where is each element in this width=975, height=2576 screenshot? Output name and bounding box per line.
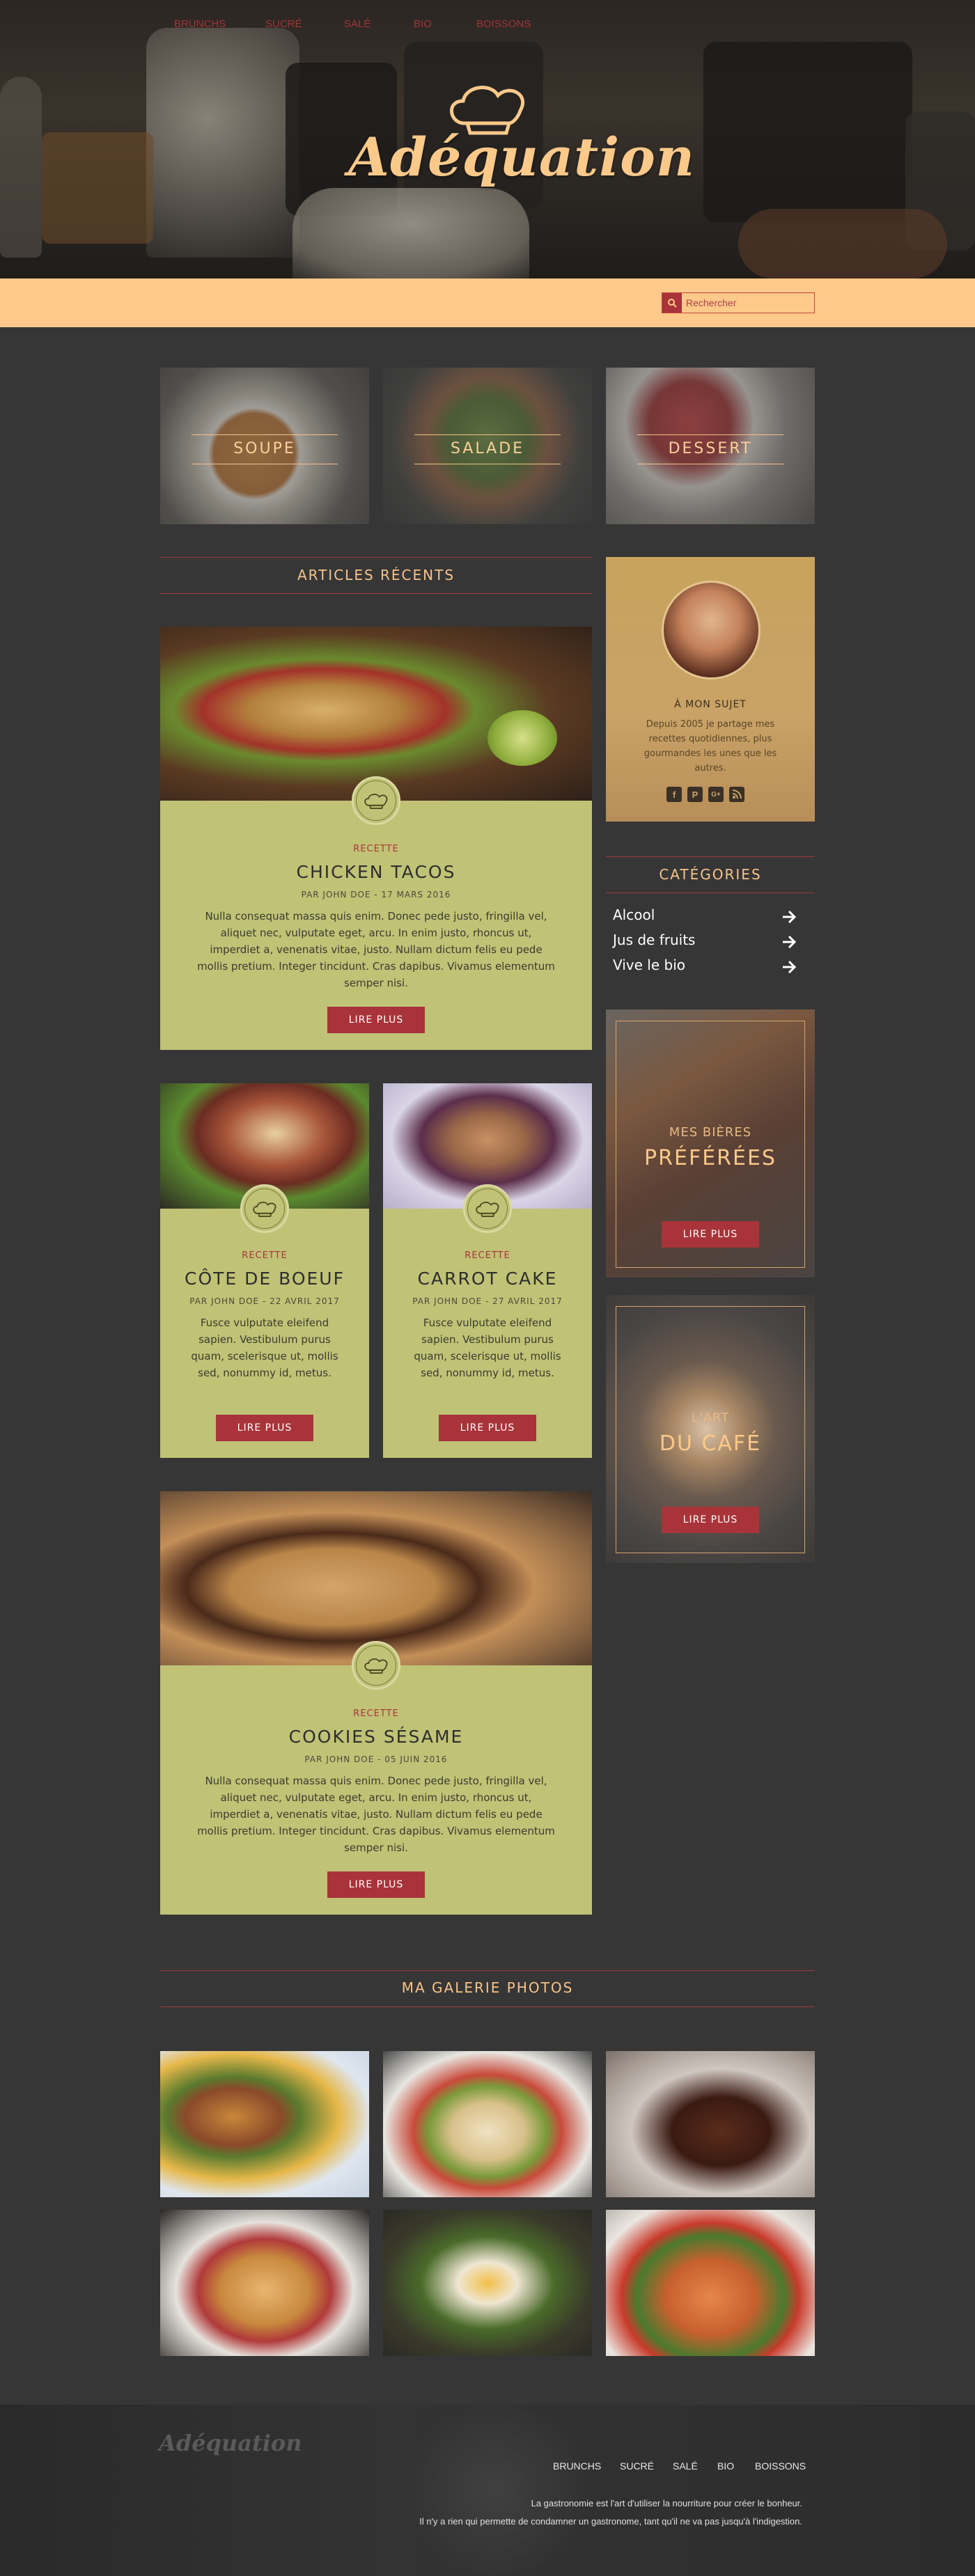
nav-brunchs[interactable]: BRUNCHS [174,18,226,30]
chef-hat-badge [352,776,400,825]
read-more-button[interactable]: LIRE PLUS [327,1007,425,1033]
read-more-button[interactable]: LIRE PLUS [662,1507,759,1533]
promo-subtitle: L'ART [691,1411,730,1425]
divider [160,557,592,558]
promo-title: PRÉFÉRÉES [644,1146,777,1170]
gallery-photo-chocolate-cake[interactable] [606,2051,815,2197]
google-plus-icon[interactable]: G+ [708,787,724,802]
rss-icon[interactable] [729,787,744,802]
nav-sale[interactable]: SALÉ [344,18,370,30]
article-meta: PAR JOHN DOE - 22 AVRIL 2017 [189,1296,340,1306]
google-plus-glyph: G+ [711,790,721,799]
read-more-button[interactable]: LIRE PLUS [439,1415,536,1441]
pinterest-glyph: P [692,789,699,800]
divider [606,856,815,857]
gallery-photo-burger[interactable] [160,2051,369,2197]
search-icon [668,299,677,308]
article-excerpt: Nulla consequat massa quis enim. Donec p… [197,910,555,989]
gallery-photo-pancakes[interactable] [160,2210,369,2356]
tile-label: SALADE [450,440,525,457]
article-title[interactable]: COOKIES SÉSAME [160,1727,592,1747]
article-card-carrot-cake: RECETTE CARROT CAKE PAR JOHN DOE - 27 AV… [383,1083,592,1458]
promo-coffee[interactable]: L'ART DU CAFÉ LIRE PLUS [606,1295,815,1563]
article-title[interactable]: CHICKEN TACOS [160,862,592,882]
footer-nav-sale[interactable]: SALÉ [673,2460,698,2472]
article-excerpt: Nulla consequat massa quis enim. Donec p… [197,1775,555,1854]
footer-quote-1: La gastronomie est l'art d'utiliser la n… [531,2498,802,2508]
tile-soupe[interactable]: SOUPE [160,368,369,524]
categories-title: CATÉGORIES [659,866,762,883]
about-title: À MON SUJET [674,699,747,710]
logo-text: Adéquation [348,126,696,188]
tile-dessert[interactable]: DESSERT [606,368,815,524]
article-kicker: RECETTE [353,844,399,854]
promo-subtitle: MES BIÈRES [669,1125,752,1140]
article-title[interactable]: CARROT CAKE [383,1269,592,1289]
read-more-button[interactable]: LIRE PLUS [216,1415,313,1441]
divider [160,593,592,594]
about-widget: À MON SUJET Depuis 2005 je partage mes r… [606,557,815,822]
about-text: Depuis 2005 je partage mes recettes quot… [644,719,777,773]
footer-nav-sucre[interactable]: SUCRÉ [620,2460,654,2472]
arrow-right-icon[interactable] [780,908,798,926]
arrow-right-icon[interactable] [780,958,798,976]
article-excerpt: Fusce vulputate eleifend sapien. Vestibu… [414,1317,561,1379]
arrow-right-icon[interactable] [780,933,798,951]
footer-nav-brunchs[interactable]: BRUNCHS [553,2460,601,2472]
footer-nav-bio[interactable]: BIO [717,2460,734,2472]
tile-label: DESSERT [668,440,753,457]
chef-hat-badge [352,1641,400,1690]
nav-sucre[interactable]: SUCRÉ [265,18,302,30]
avatar [662,581,760,680]
article-meta: PAR JOHN DOE - 27 AVRIL 2017 [412,1296,563,1306]
gallery-photo-wraps[interactable] [383,2051,592,2197]
divider [160,1970,815,1971]
article-kicker: RECETTE [353,1709,399,1719]
tile-label: SOUPE [233,440,296,457]
article-meta: PAR JOHN DOE - 05 JUIN 2016 [304,1754,448,1764]
search-input[interactable] [686,296,811,310]
footer-logo[interactable]: Adéquation [159,2430,302,2456]
article-card-cote-de-boeuf: RECETTE CÔTE DE BOEUF PAR JOHN DOE - 22 … [160,1083,369,1458]
read-more-button[interactable]: LIRE PLUS [327,1871,425,1898]
footer-quote-2: Il n'y a rien qui permette de condamner … [419,2516,802,2527]
article-excerpt: Fusce vulputate eleifend sapien. Vestibu… [191,1317,338,1379]
gallery-title: MA GALERIE PHOTOS [401,1979,574,1996]
article-kicker: RECETTE [242,1250,288,1261]
gallery-photo-eggs[interactable] [383,2210,592,2356]
footer [0,2405,975,2576]
chef-hat-icon [364,1658,388,1674]
chef-hat-icon [476,1202,499,1217]
promo-beers[interactable]: MES BIÈRES PRÉFÉRÉES LIRE PLUS [606,1010,815,1278]
article-meta: PAR JOHN DOE - 17 MARS 2016 [301,890,451,900]
search-box [662,292,815,313]
search-button[interactable] [662,293,682,313]
pinterest-icon[interactable]: P [687,787,703,802]
recent-articles-title: ARTICLES RÉCENTS [297,567,455,583]
chef-hat-icon [253,1202,276,1217]
article-title[interactable]: CÔTE DE BOEUF [160,1269,369,1289]
footer-nav-boissons[interactable]: BOISSONS [755,2460,806,2472]
article-card-cookies-sesame: RECETTE COOKIES SÉSAME PAR JOHN DOE - 05… [160,1491,592,1915]
article-image[interactable] [160,627,592,801]
chef-hat-badge [463,1184,512,1233]
main-navbar [0,278,975,327]
chef-hat-icon [364,794,388,809]
site-logo[interactable]: Adéquation [348,80,696,212]
read-more-button[interactable]: LIRE PLUS [662,1221,759,1248]
divider [160,2006,815,2007]
nav-bio[interactable]: BIO [414,18,432,30]
promo-title: DU CAFÉ [659,1431,762,1456]
nav-boissons[interactable]: BOISSONS [476,18,531,30]
rss-glyph [732,790,742,799]
gallery-photo-salmon[interactable] [606,2210,815,2356]
article-card-chicken-tacos: RECETTE CHICKEN TACOS PAR JOHN DOE - 17 … [160,627,592,1050]
article-kicker: RECETTE [465,1250,510,1261]
tile-salade[interactable]: SALADE [383,368,592,524]
article-image[interactable] [160,1491,592,1665]
chef-hat-badge [240,1184,289,1233]
facebook-glyph: f [672,789,676,800]
facebook-icon[interactable]: f [666,787,682,802]
